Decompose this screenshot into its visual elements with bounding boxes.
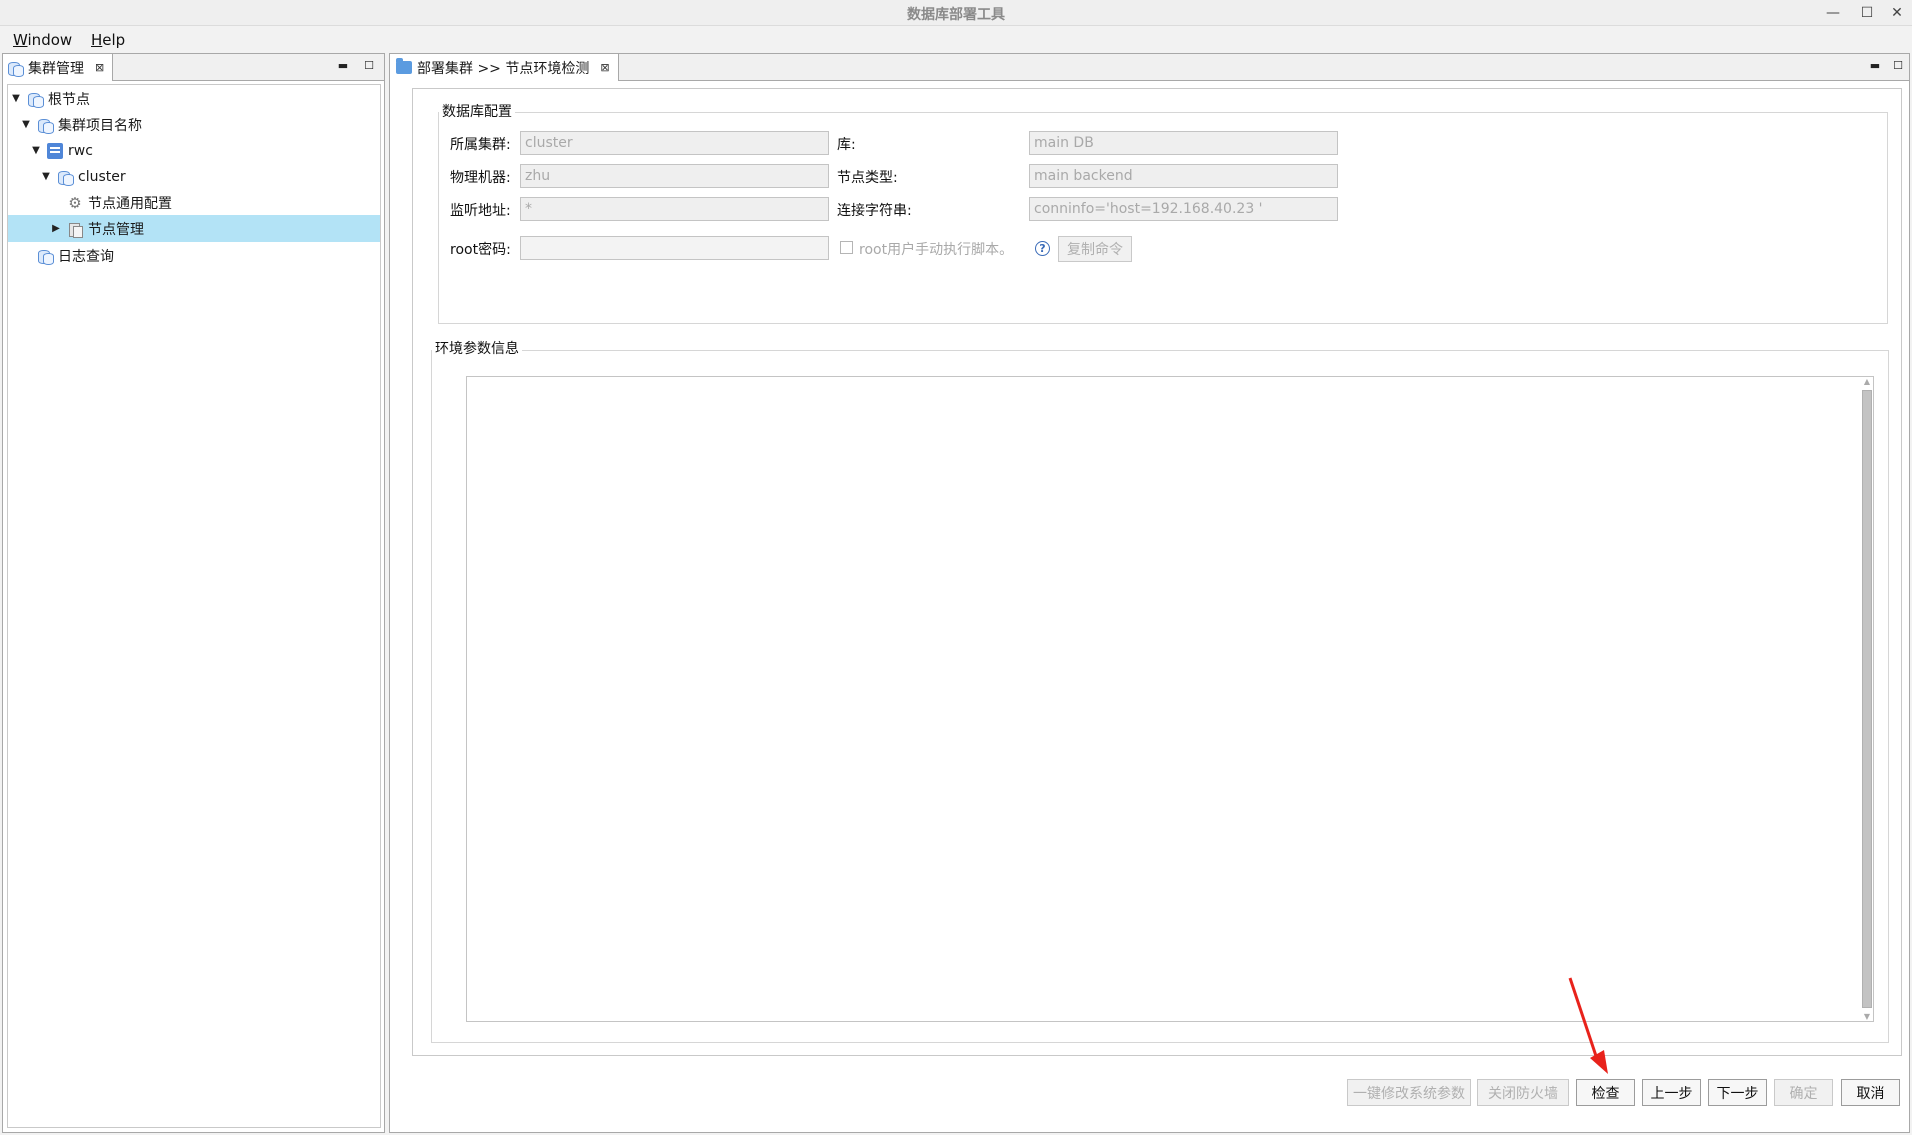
close-tab-icon[interactable]: ⊠	[600, 61, 609, 74]
cluster-label: 所属集群:	[450, 137, 511, 153]
db-config-title: 数据库配置	[439, 101, 515, 121]
cluster-field[interactable]: cluster	[520, 131, 829, 155]
deploy-form: 数据库配置 所属集群: cluster 库: main DB 物理机器: zhu…	[412, 88, 1902, 1056]
tab-deploy-cluster[interactable]: 部署集群 >> 节点环境检测 ⊠	[390, 54, 619, 81]
env-info-scrollbar[interactable]: ▲ ▼	[1861, 377, 1873, 1021]
minimize-panel-icon[interactable]: ▬	[335, 58, 351, 72]
tree-node-project[interactable]: ▼ 集群项目名称	[20, 111, 142, 138]
tree-node-cluster[interactable]: ▼ cluster	[40, 163, 126, 190]
next-step-button[interactable]: 下一步	[1708, 1079, 1767, 1106]
expanded-icon[interactable]: ▼	[20, 119, 32, 130]
maximize-icon: ☐	[1860, 5, 1874, 21]
editor-panel: 部署集群 >> 节点环境检测 ⊠ ▬ ☐ 数据库配置 所属集群: cluster…	[389, 53, 1910, 1133]
prev-step-button[interactable]: 上一步	[1642, 1079, 1701, 1106]
close-firewall-button[interactable]: 关闭防火墙	[1477, 1079, 1569, 1106]
minimize-icon: —	[1826, 5, 1840, 21]
tree-node-general-config[interactable]: ⚙ 节点通用配置	[50, 189, 172, 216]
editor-tab-strip: 部署集群 >> 节点环境检测 ⊠ ▬ ☐	[390, 54, 1909, 81]
tree-node-log-query[interactable]: 日志查询	[20, 242, 114, 269]
root-password-field[interactable]	[520, 236, 829, 260]
title-bar: 数据库部署工具 — ☐ ✕	[0, 0, 1912, 26]
scroll-up-icon[interactable]: ▲	[1861, 377, 1873, 386]
manual-script-label: root用户手动执行脚本。	[859, 242, 1014, 258]
tab-label: 集群管理	[28, 60, 84, 77]
menu-bar: Window Help	[0, 27, 1912, 52]
tree-node-root[interactable]: ▼ 根节点	[10, 85, 90, 112]
manual-script-checkbox[interactable]	[840, 241, 853, 254]
cluster-management-panel: 集群管理 ⊠ ▬ ☐ ▼ 根节点 ▼ 集群项目名称 ▼ rwc ▼ cluste…	[2, 53, 385, 1133]
env-info-title: 环境参数信息	[432, 338, 522, 358]
cluster-tree: ▼ 根节点 ▼ 集群项目名称 ▼ rwc ▼ cluster ⚙ 节点通用配置 …	[7, 84, 381, 1128]
db-field[interactable]: main DB	[1029, 131, 1338, 155]
folder-icon	[396, 58, 412, 74]
database-icon	[27, 91, 44, 108]
root-password-label: root密码:	[450, 242, 511, 258]
menu-window[interactable]: Window	[13, 31, 72, 49]
node-type-field[interactable]: main backend	[1029, 164, 1338, 188]
database-icon	[57, 169, 74, 186]
confirm-button[interactable]: 确定	[1774, 1079, 1833, 1106]
close-icon: ✕	[1891, 5, 1903, 21]
window-title: 数据库部署工具	[907, 7, 1005, 23]
annotation-arrow-icon	[1568, 977, 1608, 1074]
listen-address-label: 监听地址:	[450, 203, 511, 219]
expanded-icon[interactable]: ▼	[40, 171, 52, 182]
menu-help[interactable]: Help	[91, 31, 125, 49]
node-type-label: 节点类型:	[837, 170, 898, 186]
database-icon	[37, 248, 54, 265]
tab-cluster-management[interactable]: 集群管理 ⊠	[3, 54, 114, 81]
expanded-icon[interactable]: ▼	[10, 93, 22, 104]
expanded-icon[interactable]: ▼	[30, 145, 42, 156]
left-tab-strip: 集群管理 ⊠ ▬ ☐	[3, 54, 384, 81]
cancel-button[interactable]: 取消	[1841, 1079, 1900, 1106]
maximize-button[interactable]: ☐	[1852, 0, 1882, 26]
machine-field[interactable]: zhu	[520, 164, 829, 188]
database-icon	[7, 60, 24, 77]
maximize-panel-icon[interactable]: ☐	[1890, 58, 1906, 72]
close-window-button[interactable]: ✕	[1882, 0, 1912, 26]
close-tab-icon[interactable]: ⊠	[95, 61, 104, 74]
modify-system-params-button[interactable]: 一键修改系统参数	[1347, 1079, 1471, 1106]
minimize-panel-icon[interactable]: ▬	[1867, 58, 1883, 72]
db-label: 库:	[837, 137, 856, 153]
machine-label: 物理机器:	[450, 170, 511, 186]
gear-icon: ⚙	[68, 193, 82, 212]
conn-string-label: 连接字符串:	[837, 203, 912, 219]
server-icon	[47, 142, 63, 159]
help-icon[interactable]: ?	[1035, 241, 1050, 256]
minimize-button[interactable]: —	[1818, 0, 1848, 26]
maximize-panel-icon[interactable]: ☐	[361, 58, 377, 72]
node-icon	[67, 221, 83, 238]
collapsed-icon[interactable]: ▶	[50, 223, 62, 234]
conn-string-field[interactable]: conninfo='host=192.168.40.23 '	[1029, 197, 1338, 221]
scroll-thumb[interactable]	[1862, 390, 1872, 1008]
tab-label: 部署集群 >> 节点环境检测	[417, 60, 590, 77]
scroll-down-icon[interactable]: ▼	[1861, 1012, 1873, 1021]
copy-command-button[interactable]: 复制命令	[1058, 236, 1132, 262]
env-info-textarea[interactable]: ▲ ▼	[466, 376, 1874, 1022]
tree-node-host[interactable]: ▼ rwc	[30, 137, 93, 164]
tree-node-node-management[interactable]: ▶ 节点管理	[8, 215, 380, 242]
listen-address-field[interactable]: *	[520, 197, 829, 221]
database-icon	[37, 117, 54, 134]
